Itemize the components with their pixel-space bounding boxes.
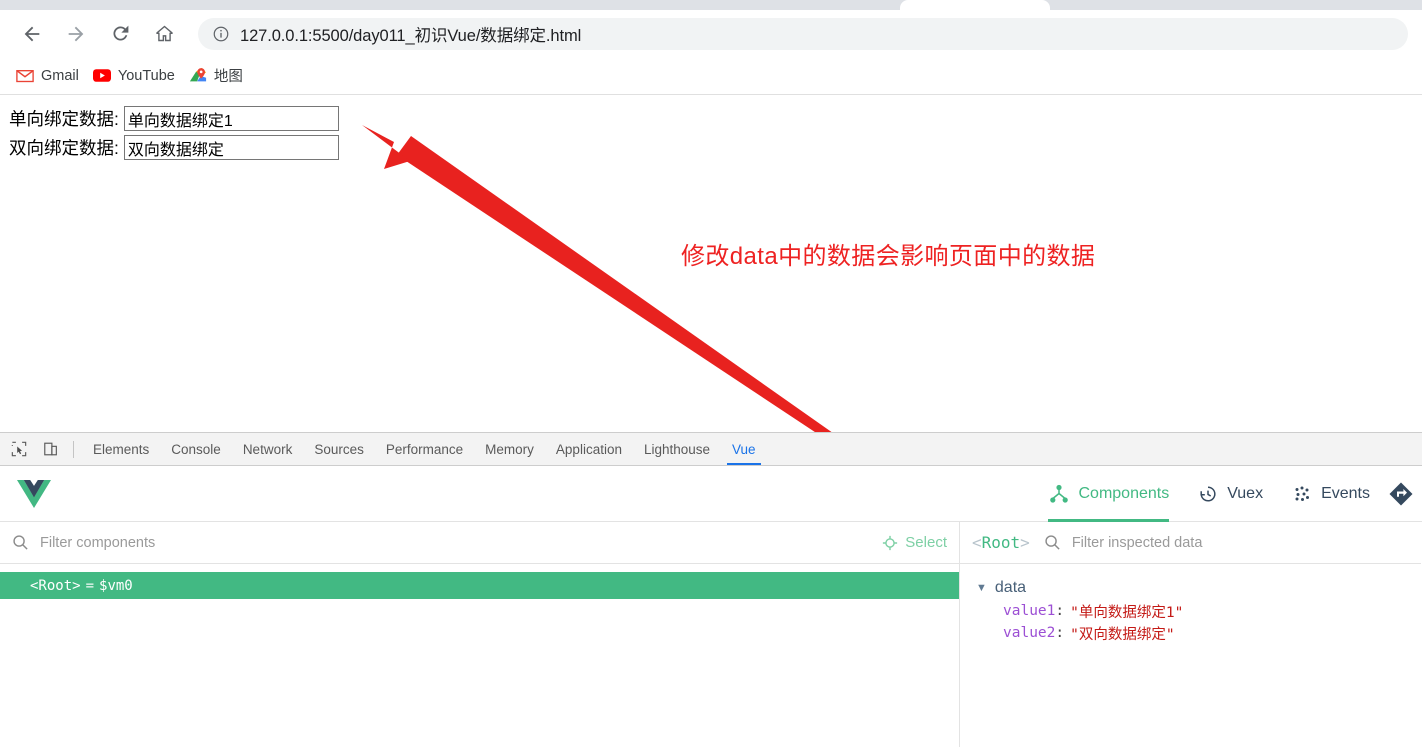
home-icon: [155, 25, 173, 42]
reload-button[interactable]: [102, 16, 138, 52]
devtools-tab-lighthouse[interactable]: Lighthouse: [633, 433, 721, 465]
vue-tab-events[interactable]: Events: [1277, 466, 1384, 522]
vue-devtools-body: Select <Root> = $vm0 <Root>: [0, 522, 1422, 747]
reload-icon: [112, 25, 128, 41]
vue-tab-label: Components: [1078, 484, 1170, 502]
tab-strip-left-area: [0, 0, 900, 10]
vue-tab-vuex[interactable]: Vuex: [1183, 466, 1277, 522]
arrow-left-icon: [24, 26, 40, 41]
data-key: value2: [1003, 625, 1056, 641]
devtools-tab-application[interactable]: Application: [545, 433, 633, 465]
vue-tab-components[interactable]: Components: [1034, 466, 1183, 522]
bookmarks-bar: Gmail YouTube 地图: [0, 57, 1422, 95]
filter-inspected-data-input[interactable]: [1069, 533, 1409, 552]
one-way-binding-input[interactable]: [123, 106, 339, 131]
one-way-binding-label: 单向绑定数据:: [9, 109, 119, 129]
components-panel: Select <Root> = $vm0: [0, 522, 960, 747]
toolbar-divider: [73, 440, 74, 458]
router-arrow-icon[interactable]: [1384, 466, 1418, 522]
vue-logo-icon: [17, 479, 51, 508]
arrow-right-icon: [68, 26, 84, 41]
active-browser-tab[interactable]: [900, 0, 1050, 10]
two-way-binding-input[interactable]: [123, 135, 339, 160]
device-toolbar-icon[interactable]: [38, 437, 64, 461]
devtools-tab-memory[interactable]: Memory: [474, 433, 545, 465]
bookmark-gmail[interactable]: Gmail: [16, 67, 79, 85]
data-group-label: data: [994, 579, 1027, 596]
filter-components-input[interactable]: [38, 533, 875, 552]
inspected-data-tree: ▼ data value1 : "单向数据绑定1" value2 : "双向数据…: [960, 564, 1421, 644]
data-key: value1: [1003, 603, 1056, 619]
tab-strip-right-area: [1050, 0, 1422, 10]
data-value: "双向数据绑定": [1070, 626, 1175, 643]
bookmark-youtube[interactable]: YouTube: [92, 67, 175, 85]
vue-tab-label: Vuex: [1227, 484, 1264, 502]
data-entry-value1[interactable]: value1 : "单向数据绑定1": [960, 600, 1421, 622]
component-tree-row-root[interactable]: <Root> = $vm0: [0, 572, 959, 599]
info-circle-icon: [213, 26, 229, 41]
devtools-tab-elements[interactable]: Elements: [82, 433, 160, 465]
vue-devtools-tabs: Components Vuex Events: [1034, 466, 1422, 522]
components-toolbar: Select: [0, 522, 959, 564]
search-icon: [13, 535, 28, 550]
component-tree-icon: [1048, 483, 1069, 504]
devtools-tab-network[interactable]: Network: [232, 433, 304, 465]
crosshair-icon: [883, 535, 898, 550]
devtools-tab-console[interactable]: Console: [160, 433, 232, 465]
browser-window: 127.0.0.1:5500/day011_初识Vue/数据绑定.html Gm…: [0, 0, 1422, 747]
forward-button[interactable]: [58, 16, 94, 52]
data-colon: :: [1055, 625, 1065, 641]
component-tag: <Root>: [30, 577, 81, 594]
one-way-binding-row: 单向绑定数据:: [9, 106, 339, 131]
data-entry-value2[interactable]: value2 : "双向数据绑定": [960, 622, 1421, 644]
browser-toolbar: 127.0.0.1:5500/day011_初识Vue/数据绑定.html: [0, 10, 1422, 57]
vue-devtools-panel: Components Vuex Events Filter components…: [0, 466, 1422, 747]
google-maps-icon: [189, 67, 207, 85]
history-clock-icon: [1197, 483, 1218, 504]
data-value: "单向数据绑定1": [1070, 604, 1184, 621]
select-button-label: Select: [905, 534, 947, 551]
devtools-tab-performance[interactable]: Performance: [375, 433, 474, 465]
gmail-icon: [16, 67, 34, 85]
home-button[interactable]: [146, 16, 182, 52]
two-way-binding-label: 双向绑定数据:: [9, 138, 119, 158]
address-bar[interactable]: 127.0.0.1:5500/day011_初识Vue/数据绑定.html: [198, 17, 1408, 50]
devtools-panel: Elements Console Network Sources Perform…: [0, 432, 1422, 747]
two-way-binding-row: 双向绑定数据:: [9, 135, 339, 160]
inspector-panel: <Root> ▼ data v: [960, 522, 1421, 747]
back-button[interactable]: [14, 16, 50, 52]
bookmark-label: 地图: [213, 69, 243, 85]
events-dots-icon: [1291, 483, 1312, 504]
annotation-text: 修改data中的数据会影响页面中的数据: [681, 243, 1096, 270]
component-instance: $vm0: [99, 577, 133, 594]
component-eq: =: [85, 577, 95, 594]
tab-strip: [0, 0, 1422, 10]
devtools-tab-vue[interactable]: Vue: [721, 433, 767, 465]
vue-tab-label: Events: [1321, 484, 1370, 502]
inspected-component-name: <Root>: [972, 533, 1030, 552]
devtools-tab-sources[interactable]: Sources: [303, 433, 375, 465]
data-colon: :: [1055, 603, 1065, 619]
select-component-button[interactable]: Select: [882, 534, 947, 551]
vue-devtools-header: Components Vuex Events: [0, 466, 1422, 522]
inspect-element-icon[interactable]: [6, 437, 32, 461]
data-group-toggle[interactable]: ▼ data: [960, 576, 1421, 600]
devtools-tabbar: Elements Console Network Sources Perform…: [0, 433, 1422, 466]
bookmark-label: Gmail: [41, 67, 79, 84]
bookmark-label: YouTube: [117, 67, 175, 84]
inspector-header: <Root>: [960, 522, 1421, 564]
youtube-icon: [92, 67, 111, 85]
address-bar-url: 127.0.0.1:5500/day011_初识Vue/数据绑定.html: [240, 26, 582, 45]
bookmark-maps[interactable]: 地图: [189, 65, 243, 86]
chevron-down-icon: ▼: [976, 581, 987, 594]
search-icon: [1045, 535, 1060, 550]
component-tree-list: <Root> = $vm0: [0, 564, 959, 599]
